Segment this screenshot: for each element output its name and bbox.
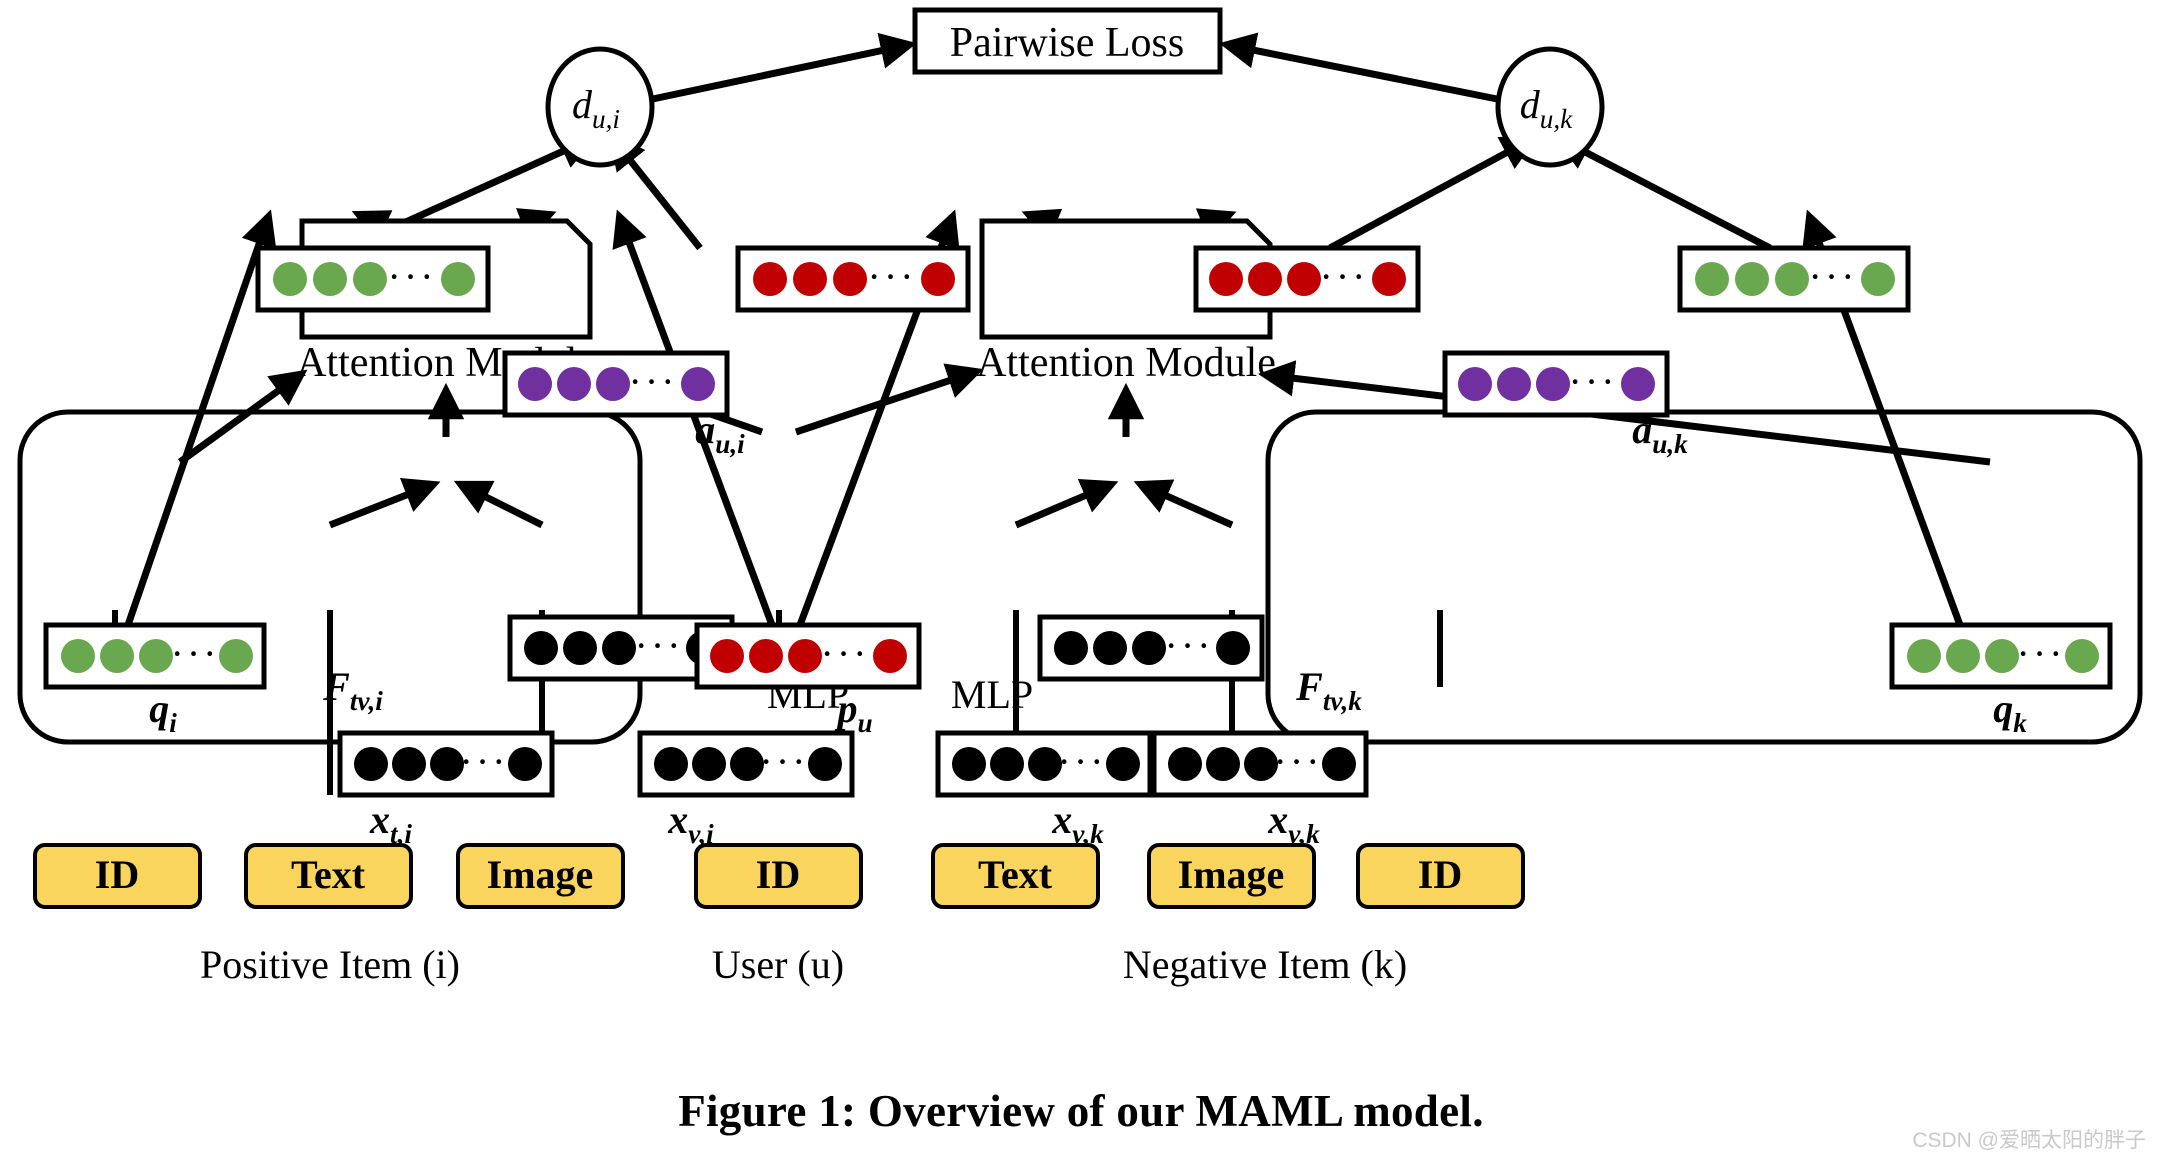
vector-x-v-k-left[interactable]: ··· [935,730,1153,798]
edge-green-top-to-duk [1553,135,1772,252]
source-box-user-id[interactable]: ID [694,843,863,909]
csdn-watermark: CSDN @爱晒太阳的胖子 [1912,1129,2146,1152]
vector-F-tv-k[interactable]: ··· [1037,614,1265,682]
edge-qi-to-green-top [124,209,277,627]
svg-text:ID: ID [1418,852,1462,897]
svg-text:···: ··· [1165,623,1214,668]
positive-item-caption: Positive Item (i) [200,942,460,987]
svg-text:···: ··· [1058,739,1107,784]
svg-text:···: ··· [1274,739,1323,784]
figure-caption: Figure 1: Overview of our MAML model. [678,1086,1484,1136]
source-box-positive-text[interactable]: Text [244,843,413,909]
vector-p-u-aggregated-negative[interactable]: ··· [1193,245,1421,313]
svg-text:···: ··· [821,631,870,676]
edge-duk-to-pairwise-loss [1219,32,1503,104]
source-box-positive-image[interactable]: Image [456,843,625,909]
svg-text:Text: Text [291,852,366,897]
edge-xvkr-to-Ftvk [1133,479,1234,529]
vector-q-i-aggregated[interactable]: ··· [255,245,491,313]
q-k-label: qk [1993,686,2027,738]
edge-xvkl-to-Ftvk [1014,478,1119,529]
edge-red-top-to-duk [1328,135,1539,252]
vector-a-uk[interactable]: ··· [1442,350,1670,418]
F-tv-i-label: Ftv,i [322,664,383,716]
user-caption: User (u) [712,942,844,987]
svg-text:ID: ID [756,852,800,897]
svg-text:···: ··· [635,623,684,668]
vector-x-v-k-right[interactable]: ··· [1151,730,1369,798]
svg-text:···: ··· [2017,631,2066,676]
attention-module-right-label: Attention Module [976,340,1276,386]
negative-item-caption: Negative Item (k) [1123,942,1407,987]
vector-x-v-i[interactable]: ··· [637,730,855,798]
vector-q-k[interactable]: ··· [1889,622,2113,690]
source-box-negative-text[interactable]: Text [931,843,1100,909]
x-v-k-left-label: xv,k [1051,797,1104,849]
edge-xti-to-Ftvi [328,478,441,529]
svg-text:···: ··· [629,359,678,404]
svg-text:ID: ID [95,852,139,897]
vector-x-t-i[interactable]: ··· [337,730,555,798]
svg-text:Image: Image [487,852,594,897]
svg-text:···: ··· [1320,254,1369,299]
mlp-right-label: MLP [951,672,1033,717]
svg-text:Image: Image [1178,852,1285,897]
F-tv-k-label: Ftv,k [1295,664,1362,716]
q-i-label: qi [149,686,177,738]
svg-text:···: ··· [171,631,220,676]
edge-xvi-to-Ftvi [453,480,544,529]
svg-text:···: ··· [460,739,509,784]
maml-architecture-diagram: Pairwise Loss du,i du,k Attention Module… [17,7,2143,987]
vector-p-u[interactable]: ··· [694,622,922,690]
svg-text:···: ··· [760,739,809,784]
vector-a-ui[interactable]: ··· [502,350,730,418]
p-u-label: pu [834,686,872,738]
vector-q-i[interactable]: ··· [43,622,267,690]
x-v-k-right-label: xv,k [1267,797,1320,849]
x-t-i-label: xt,i [369,797,412,849]
figure-root: Pairwise Loss du,i du,k Attention Module… [0,0,2162,1162]
source-box-negative-id[interactable]: ID [1356,843,1525,909]
source-box-positive-id[interactable]: ID [33,843,202,909]
svg-text:···: ··· [388,254,437,299]
svg-text:···: ··· [868,254,917,299]
edge-dui-to-pairwise-loss [647,32,917,104]
vector-q-k-aggregated[interactable]: ··· [1677,245,1911,313]
svg-text:···: ··· [1809,254,1858,299]
source-box-negative-image[interactable]: Image [1147,843,1316,909]
svg-text:Text: Text [978,852,1053,897]
vector-p-u-aggregated-positive[interactable]: ··· [735,245,971,313]
x-v-i-label: xv,i [667,797,714,849]
pairwise-loss-label: Pairwise Loss [950,20,1185,66]
svg-text:···: ··· [1569,359,1618,404]
